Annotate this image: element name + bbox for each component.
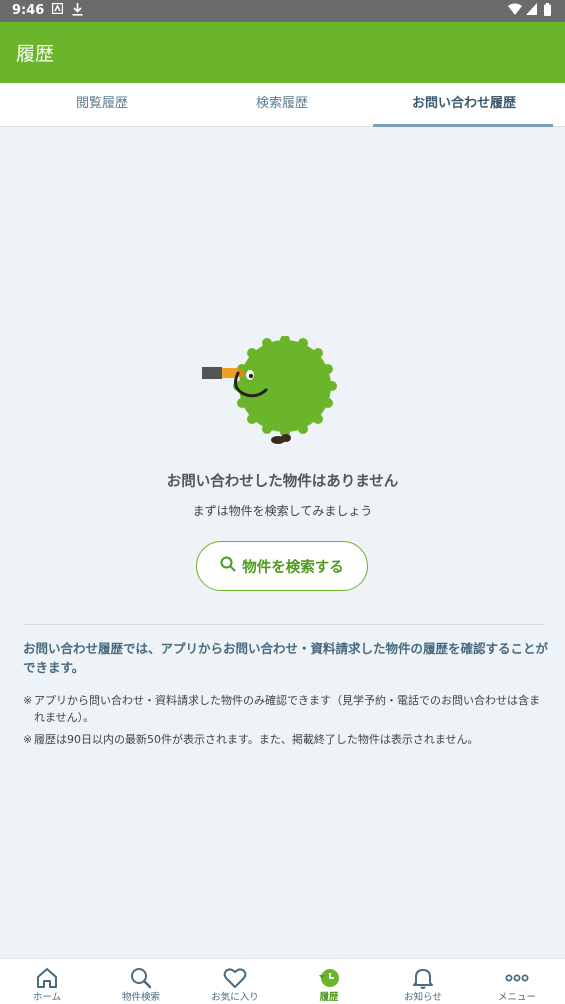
- empty-state-title: お問い合わせした物件はありません: [166, 474, 399, 490]
- notification-icon: [51, 2, 64, 17]
- note-mark: ※: [23, 733, 33, 746]
- info-note-text: 履歴は90日以内の最新50件が表示されます。また、掲載終了した物件は表示されませ…: [34, 733, 479, 746]
- search-properties-button-label: 物件を検索する: [242, 559, 344, 576]
- tab-bar: 閲覧履歴 検索履歴 お問い合わせ履歴: [0, 83, 565, 127]
- bell-icon: [411, 967, 435, 989]
- app-bar: 履歴: [0, 22, 565, 83]
- info-note: ※ アプリから問い合わせ・資料請求した物件のみ確認できます（見学予約・電話でのお…: [23, 692, 548, 726]
- status-bar: 9:46: [0, 0, 565, 22]
- info-note-text: アプリから問い合わせ・資料請求した物件のみ確認できます（見学予約・電話でのお問い…: [34, 694, 540, 724]
- nav-notifications[interactable]: お知らせ: [376, 959, 470, 1004]
- active-tab-indicator: [373, 124, 553, 127]
- heart-icon: [223, 967, 247, 989]
- tab-inquiry-history-label: お問い合わせ履歴: [411, 96, 516, 111]
- history-icon: [317, 967, 341, 989]
- nav-property-search-label: 物件検索: [121, 992, 160, 1003]
- battery-icon: [544, 3, 551, 19]
- nav-menu-label: メニュー: [497, 992, 536, 1003]
- nav-notifications-label: お知らせ: [404, 992, 442, 1003]
- nav-history[interactable]: 履歴: [282, 959, 376, 1004]
- signal-icon: [526, 3, 537, 18]
- tab-view-history[interactable]: 閲覧履歴: [8, 83, 196, 127]
- nav-home-label: ホーム: [32, 992, 62, 1003]
- nav-favorites-label: お気に入り: [211, 992, 259, 1003]
- tab-search-history[interactable]: 検索履歴: [188, 83, 376, 127]
- nav-history-label: 履歴: [319, 992, 339, 1003]
- nav-property-search[interactable]: 物件検索: [94, 959, 188, 1004]
- note-mark: ※: [23, 694, 33, 707]
- info-note: ※ 履歴は90日以内の最新50件が表示されます。また、掲載終了した物件は表示され…: [23, 731, 548, 748]
- status-time: 9:46: [12, 3, 45, 18]
- download-icon: [72, 3, 83, 19]
- info-heading: お問い合わせ履歴では、アプリからお問い合わせ・資料請求した物件の履歴を確認するこ…: [23, 641, 549, 675]
- more-icon: [505, 967, 529, 989]
- wifi-icon: [508, 3, 522, 18]
- search-properties-button[interactable]: 物件を検索する: [196, 541, 368, 591]
- page-title: 履歴: [16, 43, 55, 65]
- empty-state-subtitle: まずは物件を検索してみましょう: [192, 504, 373, 518]
- bottom-navigation: ホーム 物件検索 お気に入り 履歴 お知らせ メニュー: [0, 958, 565, 1004]
- home-icon: [35, 967, 59, 989]
- mascot-illustration: [198, 335, 338, 448]
- nav-favorites[interactable]: お気に入り: [188, 959, 282, 1004]
- section-divider: [23, 624, 543, 625]
- nav-menu[interactable]: メニュー: [470, 959, 564, 1004]
- search-icon: [129, 967, 153, 989]
- search-icon: [220, 556, 236, 576]
- tab-inquiry-history[interactable]: お問い合わせ履歴: [370, 83, 558, 127]
- nav-home[interactable]: ホーム: [0, 959, 94, 1004]
